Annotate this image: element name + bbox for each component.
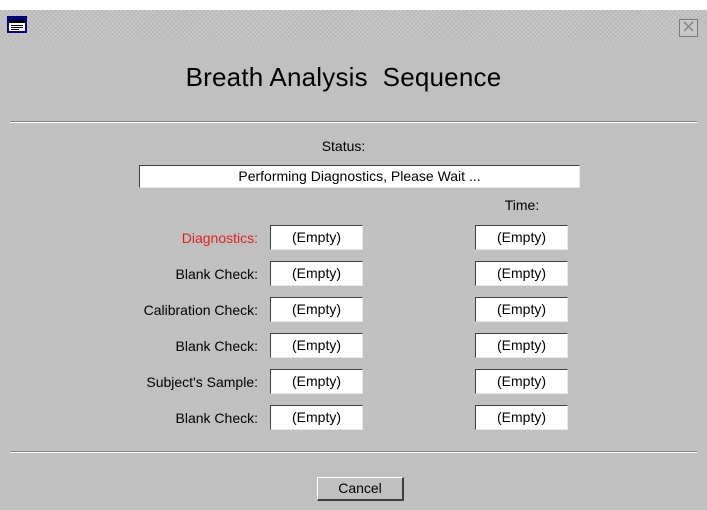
step-value-blank-check-1: (Empty) xyxy=(270,261,363,286)
dialog-title: Breath Analysis Sequence xyxy=(185,62,502,92)
step-time-blank-check-2: (Empty) xyxy=(475,333,568,358)
step-value-calibration-check: (Empty) xyxy=(270,297,363,322)
step-time-blank-check-1: (Empty) xyxy=(475,261,568,286)
step-time-subjects-sample: (Empty) xyxy=(475,369,568,394)
close-button[interactable] xyxy=(679,19,698,37)
title-bar[interactable] xyxy=(0,10,707,41)
cancel-button[interactable]: Cancel xyxy=(317,477,404,501)
step-value-blank-check-3: (Empty) xyxy=(270,405,363,430)
step-time-blank-check-3: (Empty) xyxy=(475,405,568,430)
step-value-subjects-sample: (Empty) xyxy=(270,369,363,394)
breath-analysis-dialog: Breath Analysis Sequence Status: Perform… xyxy=(0,10,707,510)
time-column-header: Time: xyxy=(504,197,540,213)
step-time-diagnostics: (Empty) xyxy=(475,225,568,250)
status-field: Performing Diagnostics, Please Wait ... xyxy=(139,165,580,188)
close-icon xyxy=(683,19,694,37)
step-label-blank-check-3: Blank Check: xyxy=(175,410,258,426)
bottom-divider xyxy=(10,451,697,453)
step-label-blank-check-1: Blank Check: xyxy=(175,266,258,282)
step-label-subjects-sample: Subject's Sample: xyxy=(146,374,258,390)
step-label-diagnostics: Diagnostics: xyxy=(181,230,258,246)
step-label-calibration-check: Calibration Check: xyxy=(143,302,258,318)
step-time-calibration-check: (Empty) xyxy=(475,297,568,322)
step-value-diagnostics: (Empty) xyxy=(270,225,363,250)
window-menu-icon[interactable] xyxy=(7,16,27,33)
status-label: Status: xyxy=(321,138,366,154)
step-value-blank-check-2: (Empty) xyxy=(270,333,363,358)
top-divider xyxy=(10,121,697,123)
step-label-blank-check-2: Blank Check: xyxy=(175,338,258,354)
